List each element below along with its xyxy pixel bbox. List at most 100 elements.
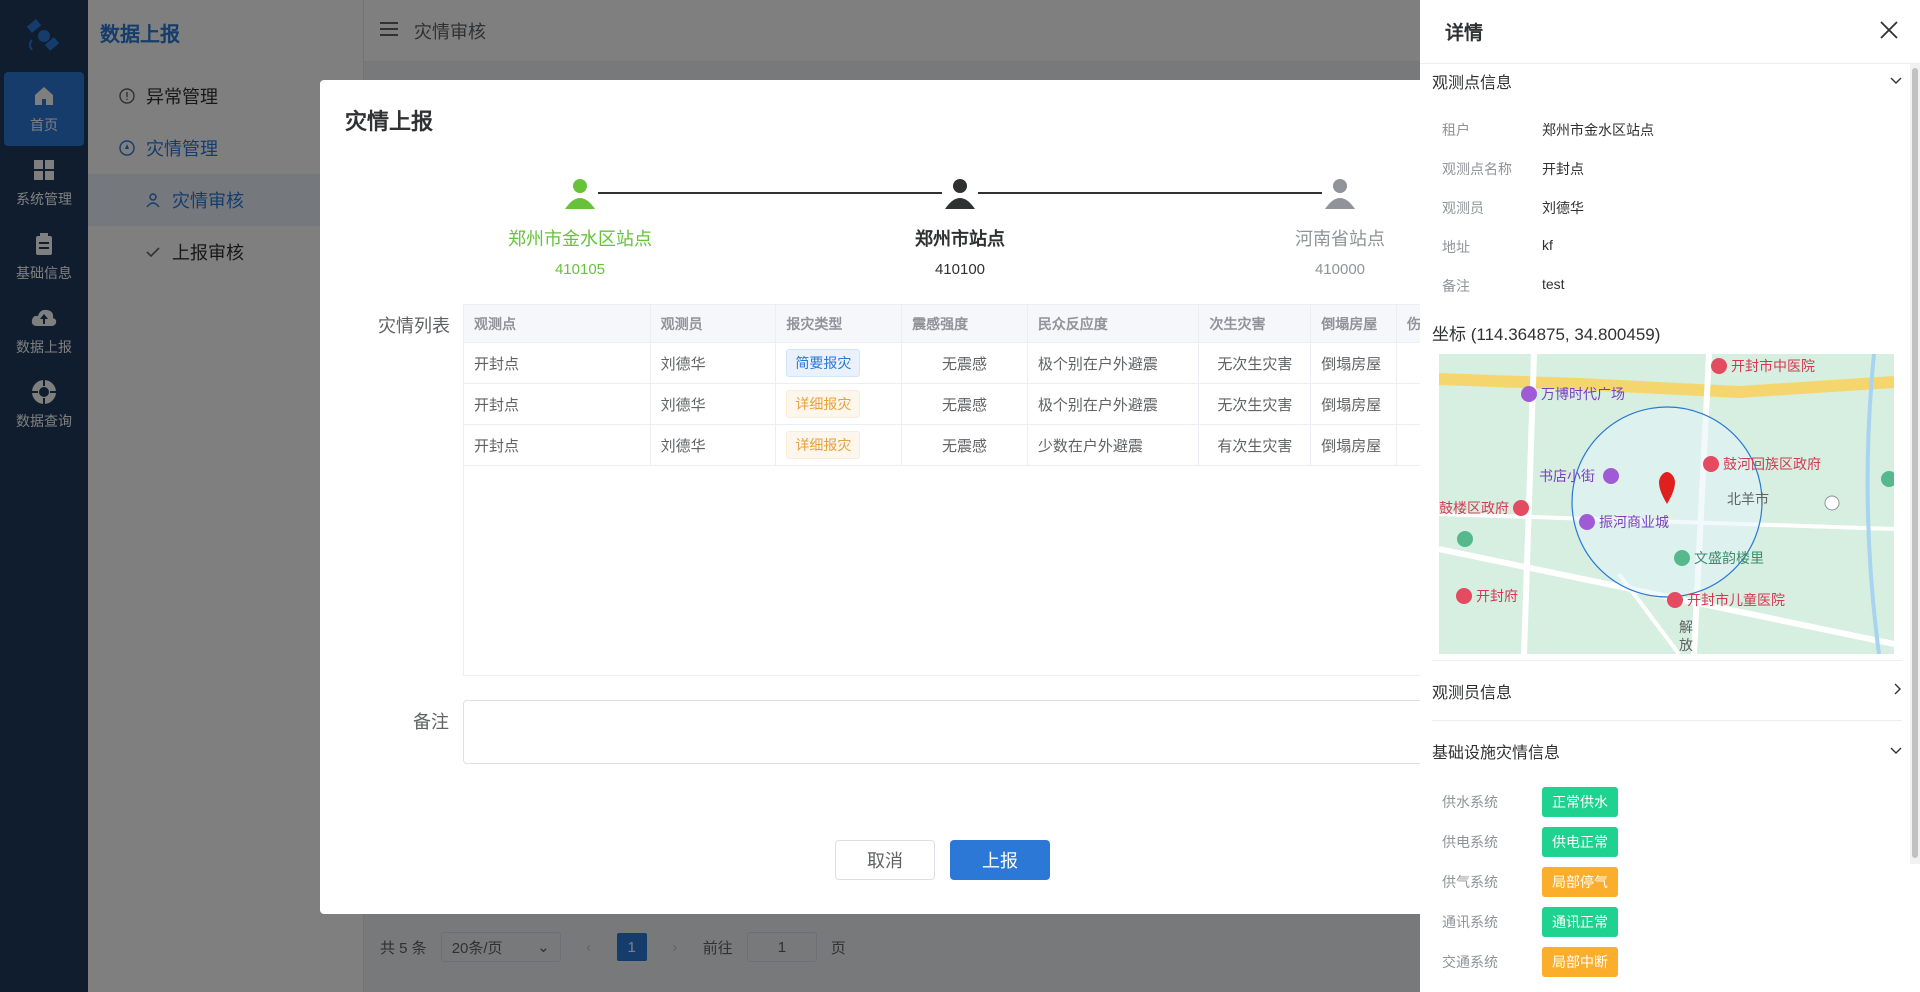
cell-intensity: 无震感 (902, 343, 1028, 383)
infra-power: 供电系统 供电正常 (1442, 827, 1618, 857)
chevron-down-icon (1890, 72, 1902, 90)
table-row[interactable]: 开封点 刘德华 详细报灾 无震感 极个别在户外避震 无次生灾害 倒塌房屋 (464, 384, 1439, 425)
field-observer: 观测员 刘德华 (1442, 198, 1584, 218)
section-title: 观测员信息 (1432, 685, 1513, 702)
step-2: 郑州市站点 410100 (850, 175, 1070, 278)
close-icon[interactable] (1880, 21, 1898, 42)
disaster-table: 观测点 观测员 报灾类型 震感强度 民众反应度 次生灾害 倒塌房屋 伤 开封点 … (463, 304, 1440, 676)
location-map[interactable]: 开封市中医院 万博时代广场 书店小街 鼓楼区政府 振河商业城 鼓河回族区政府 北… (1439, 354, 1894, 654)
step-name: 郑州市金水区站点 (508, 229, 652, 249)
field-value: kf (1542, 237, 1553, 253)
cell-reaction: 极个别在户外避震 (1028, 384, 1200, 424)
step-name: 郑州市站点 (915, 229, 1005, 249)
note-textarea[interactable] (463, 700, 1440, 764)
report-type-tag: 详细报灾 (786, 431, 861, 459)
field-key: 租户 (1442, 122, 1470, 138)
map-label: 开封府 (1476, 589, 1518, 605)
scrollbar-thumb[interactable] (1912, 68, 1918, 858)
field-value: 刘德华 (1542, 200, 1584, 216)
divider (1432, 660, 1902, 661)
field-key: 观测点名称 (1442, 161, 1512, 177)
field-key: 地址 (1442, 239, 1470, 255)
status-badge: 通讯正常 (1542, 907, 1618, 937)
status-badge: 局部停气 (1542, 867, 1618, 897)
table-header: 观测点 观测员 报灾类型 震感强度 民众反应度 次生灾害 倒塌房屋 伤 (464, 305, 1439, 343)
section-infra-info[interactable]: 基础设施灾情信息 (1432, 736, 1902, 766)
section-point-info[interactable]: 观测点信息 (1432, 66, 1902, 96)
cell-reaction: 少数在户外避震 (1028, 425, 1200, 465)
status-badge: 供电正常 (1542, 827, 1618, 857)
section-observer-info[interactable]: 观测员信息 (1432, 676, 1902, 706)
map-label: 书店小街 (1539, 469, 1595, 485)
header-cell: 报灾类型 (776, 305, 903, 342)
field-address: 地址 kf (1442, 237, 1553, 257)
infra-key: 交通系统 (1442, 954, 1498, 970)
drawer-title: 详情 (1445, 23, 1484, 44)
user-icon (562, 175, 598, 211)
infra-key: 供水系统 (1442, 794, 1498, 810)
map-label: 文盛韵楼里 (1694, 551, 1764, 567)
step-1: 郑州市金水区站点 410105 (470, 175, 690, 278)
step-code: 410100 (934, 261, 986, 278)
cell-secondary: 无次生灾害 (1199, 384, 1312, 424)
table-row[interactable]: 开封点 刘德华 详细报灾 无震感 少数在户外避震 有次生灾害 倒塌房屋 (464, 425, 1439, 466)
status-badge: 正常供水 (1542, 787, 1618, 817)
infra-comms: 通讯系统 通讯正常 (1442, 907, 1618, 937)
map-label: 开封市儿童医院 (1687, 592, 1785, 609)
chevron-down-icon (1890, 742, 1902, 760)
cell-secondary: 无次生灾害 (1199, 343, 1312, 383)
report-type-tag: 详细报灾 (786, 390, 861, 418)
cell-collapse: 倒塌房屋 (1311, 343, 1398, 383)
field-tenant: 租户 郑州市金水区站点 (1442, 120, 1654, 140)
cell-collapse: 倒塌房屋 (1311, 425, 1398, 465)
status-badge: 局部中断 (1542, 947, 1618, 977)
map-label: 万博时代广场 (1541, 386, 1625, 403)
cell-observer: 刘德华 (651, 384, 777, 424)
infra-key: 通讯系统 (1442, 914, 1498, 930)
field-note: 备注 test (1442, 276, 1565, 296)
infra-key: 供气系统 (1442, 874, 1498, 890)
dialog-title: 灾情上报 (345, 109, 434, 134)
note-label: 备注 (413, 712, 449, 732)
field-point-name: 观测点名称 开封点 (1442, 159, 1584, 179)
section-title: 观测点信息 (1432, 75, 1513, 92)
cell-type: 简要报灾 (776, 343, 903, 383)
infra-gas: 供气系统 局部停气 (1442, 867, 1618, 897)
steps: 郑州市金水区站点 410105 郑州市站点 410100 河南省站点 41000… (470, 175, 1385, 285)
map-label: 开封市中医院 (1731, 358, 1815, 375)
infra-water: 供水系统 正常供水 (1442, 787, 1618, 817)
map-label: 解 (1679, 620, 1693, 636)
cell-point: 开封点 (464, 425, 651, 465)
table-row[interactable]: 开封点 刘德华 简要报灾 无震感 极个别在户外避震 无次生灾害 倒塌房屋 (464, 343, 1439, 384)
map-label: 振河商业城 (1599, 515, 1669, 531)
divider (1432, 720, 1902, 721)
field-key: 观测员 (1442, 200, 1484, 216)
infra-key: 供电系统 (1442, 834, 1498, 850)
cell-point: 开封点 (464, 384, 651, 424)
cell-point: 开封点 (464, 343, 651, 383)
header-cell: 观测员 (651, 305, 777, 342)
cell-intensity: 无震感 (902, 384, 1028, 424)
cell-observer: 刘德华 (651, 343, 777, 383)
cell-type: 详细报灾 (776, 425, 903, 465)
header-cell: 民众反应度 (1028, 305, 1200, 342)
map-label: 北羊市 (1727, 491, 1769, 508)
user-icon (942, 175, 978, 211)
cancel-button[interactable]: 取消 (835, 840, 935, 880)
field-key: 备注 (1442, 278, 1470, 294)
drawer-scrollbar[interactable] (1910, 64, 1920, 864)
step-name: 河南省站点 (1295, 229, 1385, 249)
cell-collapse: 倒塌房屋 (1311, 384, 1398, 424)
field-value: 开封点 (1542, 161, 1584, 177)
step-code: 410000 (1314, 261, 1366, 278)
cell-secondary: 有次生灾害 (1199, 425, 1312, 465)
disaster-list-label: 灾情列表 (378, 316, 450, 336)
cell-intensity: 无震感 (902, 425, 1028, 465)
step-code: 410105 (554, 261, 606, 278)
infra-traffic: 交通系统 局部中断 (1442, 947, 1618, 977)
user-icon (1322, 175, 1358, 211)
submit-report-button[interactable]: 上报 (950, 840, 1050, 880)
report-dialog: 灾情上报 郑州市金水区站点 410105 郑州市站点 410100 河南省站点 … (320, 80, 1440, 914)
report-type-tag: 简要报灾 (786, 349, 861, 377)
cell-reaction: 极个别在户外避震 (1028, 343, 1200, 383)
